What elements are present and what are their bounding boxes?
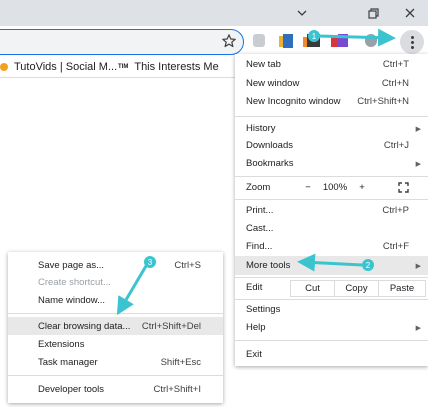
submenu-arrow-icon: ▶	[415, 125, 421, 133]
address-bar[interactable]	[0, 29, 244, 55]
menu-item-label: Exit	[246, 349, 262, 360]
menu-item-downloads[interactable]: Downloads Ctrl+J	[235, 136, 428, 155]
zoom-out-button[interactable]: −	[303, 178, 313, 197]
menu-item-label: Clear browsing data...	[38, 320, 131, 332]
fullscreen-icon[interactable]	[398, 182, 409, 193]
menu-item-label: More tools	[246, 260, 291, 271]
menu-item-label: Print...	[246, 205, 274, 216]
menu-item-label: Developer tools	[38, 383, 105, 395]
shortcut: Shift+Esc	[160, 356, 201, 368]
submenu-item-clear-browsing-data[interactable]: Clear browsing data... Ctrl+Shift+Del	[8, 317, 223, 335]
close-icon[interactable]	[392, 0, 428, 26]
star-icon[interactable]	[221, 33, 237, 49]
tim-favicon-icon: TIM	[118, 64, 129, 70]
menu-item-label: New Incognito window	[246, 96, 341, 107]
bookmark-item[interactable]: TIM This Interests Me	[118, 61, 219, 73]
menu-divider	[235, 176, 428, 177]
shortcut: Ctrl+Shift+Del	[141, 320, 201, 332]
menu-divider	[235, 340, 428, 341]
menu-item-label: Downloads	[246, 140, 293, 151]
title-bar	[0, 0, 428, 26]
menu-item-label: Save page as...	[38, 259, 105, 271]
submenu-item-task-manager[interactable]: Task manager Shift+Esc	[8, 353, 223, 371]
submenu-item-create-shortcut: Create shortcut...	[8, 273, 223, 291]
more-tools-submenu: Save page as... Ctrl+S Create shortcut..…	[8, 252, 223, 403]
zoom-level: 100%	[322, 182, 348, 193]
bookmark-label: TutoVids | Social M...	[14, 61, 118, 73]
menu-item-edit: Edit Cut Copy Paste	[235, 278, 428, 297]
menu-item-label: Extensions	[38, 338, 85, 350]
restore-icon[interactable]	[355, 0, 391, 26]
menu-item-label: Bookmarks	[246, 158, 294, 169]
extension-icon[interactable]	[283, 34, 293, 48]
bookmark-label: This Interests Me	[134, 61, 219, 73]
menu-item-label: Name window...	[38, 294, 106, 306]
menu-item-label: Help	[246, 322, 266, 333]
menu-item-settings[interactable]: Settings	[235, 300, 428, 319]
bookmark-item[interactable]: TutoVids | Social M...	[0, 61, 117, 73]
shortcut: Ctrl+J	[383, 140, 409, 151]
menu-item-more-tools[interactable]: More tools ▶	[235, 256, 428, 275]
shortcut: Ctrl+P	[382, 205, 409, 216]
menu-item-label: Cast...	[246, 223, 274, 234]
submenu-item-developer-tools[interactable]: Developer tools Ctrl+Shift+I	[8, 380, 223, 398]
shortcut: Ctrl+N	[381, 78, 409, 89]
submenu-item-name-window[interactable]: Name window...	[8, 291, 223, 309]
chevron-down-icon[interactable]	[284, 0, 320, 26]
more-vert-icon	[410, 35, 414, 49]
menu-divider	[8, 375, 223, 376]
menu-item-cast[interactable]: Cast...	[235, 219, 428, 238]
menu-item-label: Settings	[246, 304, 281, 315]
menu-item-bookmarks[interactable]: Bookmarks ▶	[235, 154, 428, 173]
menu-divider	[235, 116, 428, 117]
menu-divider	[235, 199, 428, 200]
extension-icon[interactable]	[253, 34, 265, 47]
orange-circle-favicon-icon	[0, 63, 8, 71]
menu-item-label: Zoom	[246, 182, 271, 193]
menu-item-zoom: Zoom − 100% +	[235, 178, 428, 197]
menu-item-label: New window	[246, 78, 300, 89]
zoom-in-button[interactable]: +	[356, 178, 368, 197]
menu-item-help[interactable]: Help ▶	[235, 318, 428, 337]
paste-button[interactable]: Paste	[378, 280, 426, 297]
extension-icon[interactable]	[338, 34, 348, 47]
menu-item-label: New tab	[246, 59, 281, 70]
shortcut: Ctrl+S	[174, 259, 201, 271]
chrome-menu-button[interactable]	[400, 30, 424, 54]
menu-item-find[interactable]: Find... Ctrl+F	[235, 237, 428, 256]
menu-item-label: Create shortcut...	[38, 276, 111, 288]
submenu-item-save-page[interactable]: Save page as... Ctrl+S	[8, 256, 223, 274]
shortcut: Ctrl+F	[382, 241, 409, 252]
shortcut: Ctrl+Shift+I	[153, 383, 201, 395]
menu-item-label: Find...	[246, 241, 273, 252]
menu-item-new-tab[interactable]: New tab Ctrl+T	[235, 55, 428, 74]
submenu-arrow-icon: ▶	[415, 324, 421, 332]
submenu-arrow-icon: ▶	[415, 262, 421, 270]
profile-icon[interactable]	[365, 34, 377, 47]
chrome-main-menu: New tab Ctrl+T New window Ctrl+N New Inc…	[235, 54, 428, 366]
menu-item-exit[interactable]: Exit	[235, 345, 428, 364]
menu-item-label: Edit	[246, 282, 263, 293]
menu-item-label: History	[246, 123, 276, 134]
submenu-item-extensions[interactable]: Extensions	[8, 335, 223, 353]
menu-item-new-window[interactable]: New window Ctrl+N	[235, 74, 428, 93]
menu-divider	[8, 313, 223, 314]
menu-item-print[interactable]: Print... Ctrl+P	[235, 201, 428, 220]
menu-item-label: Task manager	[38, 356, 98, 368]
browser-window: TutoVids | Social M... TIM This Interest…	[0, 0, 428, 407]
shortcut: Ctrl+Shift+N	[357, 96, 409, 107]
shortcut: Ctrl+T	[382, 59, 409, 70]
cut-button[interactable]: Cut	[290, 280, 335, 297]
submenu-arrow-icon: ▶	[415, 160, 421, 168]
extension-icon[interactable]	[307, 34, 320, 47]
copy-button[interactable]: Copy	[334, 280, 379, 297]
menu-item-incognito[interactable]: New Incognito window Ctrl+Shift+N	[235, 92, 428, 111]
